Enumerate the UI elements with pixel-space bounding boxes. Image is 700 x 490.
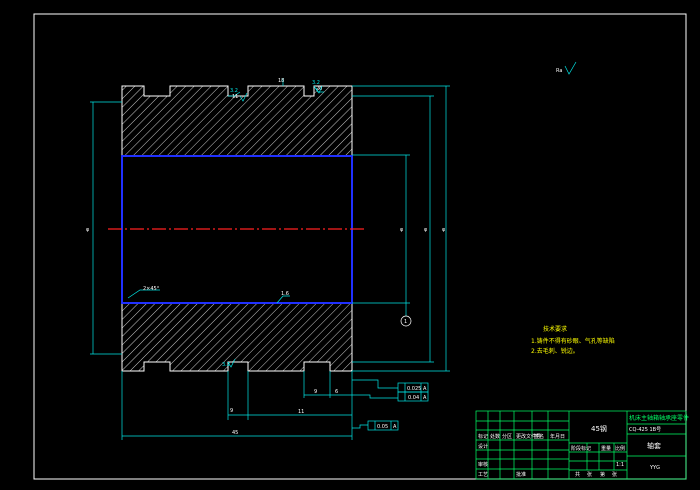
sheet-label-total: 共: [575, 471, 580, 478]
tolerance-2-datum: A: [423, 395, 427, 401]
title-block-material: 45钢: [591, 424, 607, 433]
row-label-mark: 标记: [478, 433, 488, 440]
role-label-review: 审核: [478, 461, 488, 468]
dim-bore-diameter: φ: [400, 227, 404, 233]
dim-inner-note: 1.6: [281, 291, 289, 297]
dim-top-groove: 11: [232, 94, 238, 100]
role-label-design: 设计: [478, 443, 488, 450]
dim-right-outer: φ: [442, 227, 446, 233]
stage-label-weight: 重量: [601, 445, 611, 452]
dim-bottom-mid: 11: [298, 409, 304, 415]
dim-outer-diameter: φ: [424, 227, 428, 233]
dim-bottom-left: 9: [230, 408, 233, 414]
tolerance-3-datum: A: [393, 424, 397, 430]
tech-req-item-2: 2.去毛刺、锐边。: [531, 347, 579, 355]
surface-finish-top-right: 3.2: [312, 80, 320, 86]
tolerance-3-value: 0.05: [377, 424, 388, 430]
sheet-label-sheet: 张: [612, 471, 617, 478]
sheet-label-number: 第: [600, 471, 605, 478]
surface-finish-general: Ra: [556, 68, 562, 74]
dim-top-center: 18: [278, 78, 284, 84]
dim-bottom-step-1: 9: [314, 389, 317, 395]
stage-scale-value: 1:1: [616, 462, 624, 468]
tolerance-2-value: 0.04: [408, 395, 419, 401]
dim-chamfer: 2×45°: [143, 286, 160, 292]
engineering-drawing-canvas: 1 φ φ φ φ 18 11 20 2×45° 1.6 9 9 6 11 45…: [33, 13, 689, 480]
title-block-part-name: 轴套: [647, 441, 661, 450]
role-label-process: 工艺: [478, 472, 488, 478]
circle-marker-label: 1: [404, 319, 407, 325]
part-section-view: [108, 85, 365, 372]
dim-left-overall: φ: [86, 227, 90, 233]
role-label-approve: 批准: [516, 471, 526, 478]
surface-finish-top-left: 3.2: [230, 88, 238, 94]
title-block-school: YYG: [649, 465, 660, 471]
sheet-label-sheets: 张: [587, 471, 592, 478]
title-block-drawing-number: CQ-425 1B号: [629, 427, 661, 433]
title-block-project: 机床主轴箱轴承座零件: [629, 414, 689, 422]
stage-label-scale: 比例: [615, 445, 625, 452]
stage-label-mark: 阶段标记: [571, 445, 591, 452]
row-label-count: 处数: [490, 433, 500, 440]
tolerance-1-datum: A: [423, 386, 427, 392]
row-label-date: 年月日: [550, 433, 565, 440]
dim-bottom-step-2: 6: [335, 389, 338, 395]
surface-finish-bottom-left: 3.2: [222, 362, 230, 368]
dim-bottom-total: 45: [232, 430, 238, 436]
row-label-sign: 签名: [534, 433, 544, 440]
drawing-border: [33, 13, 687, 480]
tolerance-1-value: 0.025: [407, 386, 421, 392]
tech-req-title: 技术要求: [543, 325, 567, 333]
tech-req-item-1: 1.铸件不得有砂眼、气孔等缺陷: [531, 337, 615, 345]
lower-wall-section: [121, 302, 353, 372]
row-label-zone: 分区: [502, 433, 512, 440]
technical-requirements: 技术要求 1.铸件不得有砂眼、气孔等缺陷 2.去毛刺、锐边。: [531, 325, 615, 355]
